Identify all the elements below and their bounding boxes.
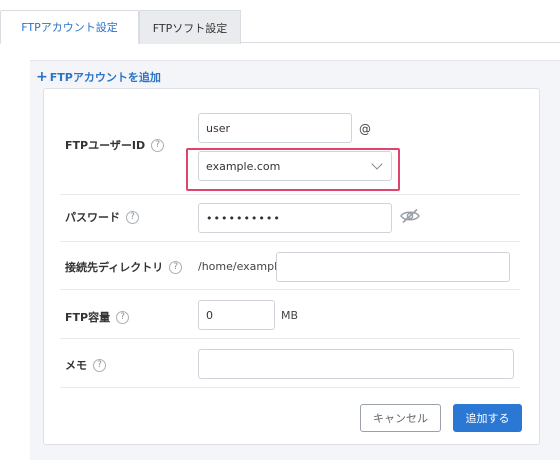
capacity-unit: MB: [281, 309, 299, 322]
memo-input[interactable]: [198, 349, 514, 379]
capacity-input[interactable]: 0: [198, 300, 275, 330]
ftp-user-input[interactable]: user: [198, 113, 352, 143]
password-label-text: パスワード: [65, 211, 120, 224]
at-sign: @: [359, 122, 371, 136]
directory-label-text: 接続先ディレクトリ: [65, 261, 164, 274]
ftp-user-id-label: FTPユーザーID ?: [65, 137, 165, 153]
password-input[interactable]: ••••••••••: [198, 203, 392, 233]
help-icon[interactable]: ?: [151, 138, 165, 152]
directory-label: 接続先ディレクトリ ?: [65, 259, 183, 275]
tab-ftp-account-settings[interactable]: FTPアカウント設定: [0, 10, 139, 44]
ftp-user-id-label-text: FTPユーザーID: [65, 139, 146, 152]
capacity-label: FTP容量 ?: [65, 309, 130, 325]
cancel-button[interactable]: キャンセル: [360, 404, 441, 432]
divider: [60, 194, 520, 195]
help-icon[interactable]: ?: [169, 260, 183, 274]
memo-label-text: メモ: [65, 359, 87, 372]
directory-prefix: /home/example/: [198, 260, 288, 273]
add-ftp-account-label: FTPアカウントを追加: [49, 71, 161, 84]
tab-bar: FTPアカウント設定 FTPソフト設定: [0, 0, 560, 44]
add-button[interactable]: 追加する: [453, 404, 522, 432]
divider: [60, 241, 520, 242]
hide-password-icon[interactable]: [400, 208, 420, 224]
plus-icon: +: [36, 69, 48, 85]
help-icon[interactable]: ?: [116, 310, 130, 324]
capacity-label-text: FTP容量: [65, 311, 111, 324]
add-ftp-account-link[interactable]: + FTPアカウントを追加: [36, 69, 161, 85]
divider: [60, 338, 520, 339]
divider: [60, 387, 520, 388]
help-icon[interactable]: ?: [126, 210, 139, 224]
tab-ftp-software-settings[interactable]: FTPソフト設定: [139, 10, 241, 44]
password-label: パスワード ?: [65, 209, 139, 225]
help-icon[interactable]: ?: [93, 358, 106, 372]
divider: [60, 289, 520, 290]
memo-label: メモ ?: [65, 357, 106, 373]
directory-input[interactable]: [276, 252, 510, 282]
domain-select-highlight: [186, 148, 400, 191]
